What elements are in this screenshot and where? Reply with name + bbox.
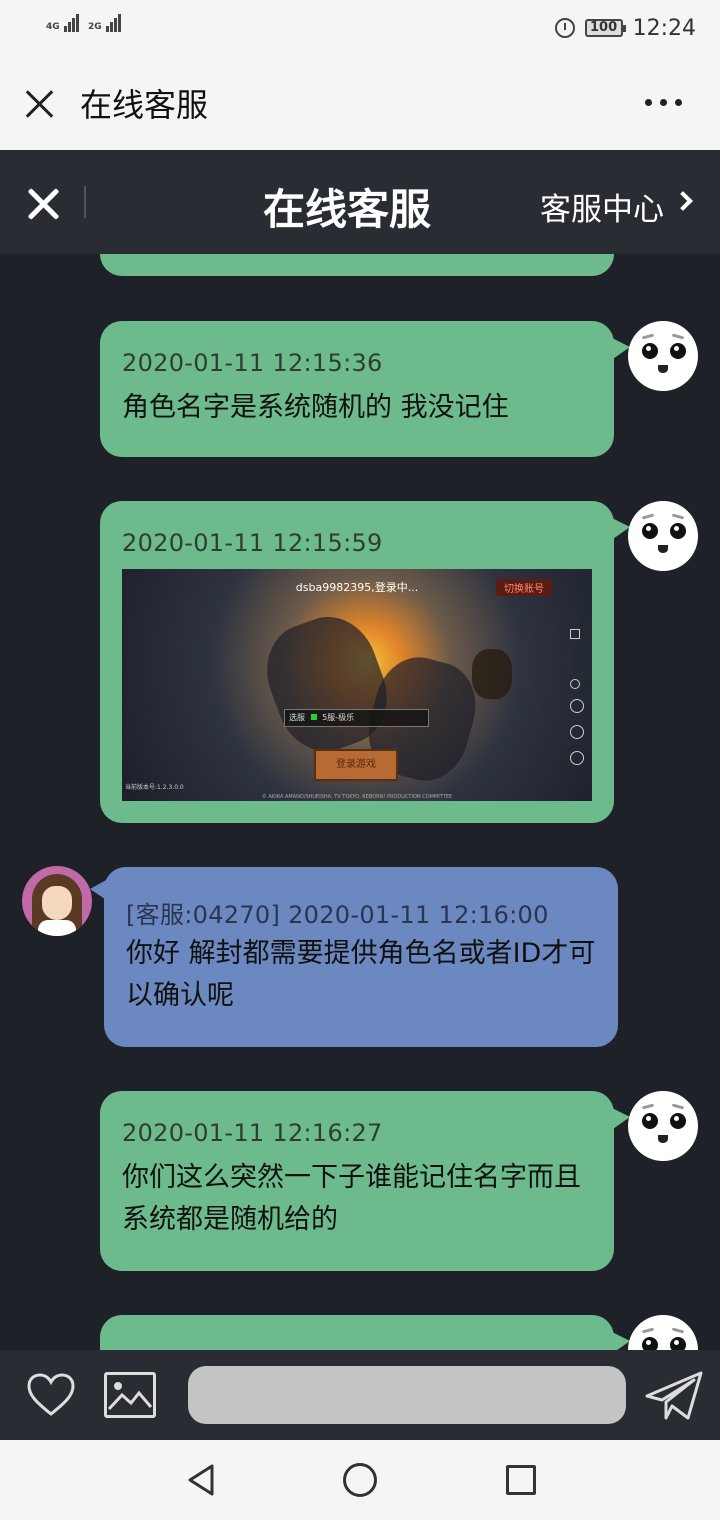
signal-2g-icon: 2G [88, 14, 122, 32]
message-timestamp: 2020-01-11 12:15:59 [122, 529, 383, 557]
server-status-dot [310, 714, 317, 720]
screenshot-server-label: 选服 [289, 713, 305, 722]
message-timestamp: [客服:04270] 2020-01-11 12:16:00 [126, 901, 549, 929]
message-text: 你们这么突然一下子谁能记住名字而且系统都是随机给的 [122, 1162, 581, 1235]
battery-icon: 100 [584, 19, 626, 37]
app-title: 在线客服 [80, 86, 209, 124]
message-timestamp: 2020-01-11 12:16:27 [122, 1119, 383, 1147]
send-icon[interactable] [644, 1370, 704, 1422]
game-screenshot-image[interactable]: dsba9982395,登录中... 切换账号 选服 5服-极乐 登录游戏 当前… [122, 569, 592, 801]
user-avatar [628, 501, 698, 571]
screenshot-figure-3 [472, 649, 512, 699]
message-timestamp: 2020-01-11 12:15:36 [122, 349, 383, 377]
network-type-2: 2G [88, 22, 102, 32]
screenshot-side-icons [570, 629, 584, 765]
screenshot-copyright: © AKIRA AMANO/SHUEISHA, TV TOKYO, REBORN… [261, 794, 453, 800]
chat-header: 在线客服 客服中心 [0, 150, 720, 254]
back-icon[interactable] [184, 1462, 220, 1498]
close-icon[interactable] [22, 86, 58, 122]
screenshot-enter-game: 登录游戏 [314, 749, 398, 781]
image-icon[interactable] [104, 1372, 156, 1418]
message-bubble-partial [100, 254, 614, 276]
network-type-1: 4G [46, 22, 60, 32]
screenshot-switch-account: 切换账号 [496, 579, 552, 596]
message-input[interactable] [188, 1366, 626, 1424]
home-icon[interactable] [343, 1463, 377, 1497]
screenshot-version: 当前版本号:1.2.3.0.0 [125, 784, 184, 791]
input-bar [0, 1350, 720, 1440]
clock: 12:24 [632, 15, 696, 41]
message-text: 角色名字是系统随机的 我没记住 [122, 392, 509, 423]
system-nav-bar [0, 1440, 720, 1520]
message-bubble-partial [100, 1315, 630, 1350]
service-center-link[interactable]: 客服中心 [540, 184, 664, 229]
heart-icon[interactable] [26, 1372, 76, 1418]
screenshot-server-select: 选服 5服-极乐 [284, 709, 429, 727]
chat-area[interactable]: 2020-01-11 12:15:36 角色名字是系统随机的 我没记住 2020… [0, 254, 720, 1350]
user-avatar [628, 1091, 698, 1161]
status-bar: 4G 2G 100 12:24 [0, 0, 720, 56]
more-icon[interactable] [645, 99, 682, 106]
message-bubble-agent: [客服:04270] 2020-01-11 12:16:00 你好 解封都需要提… [90, 867, 618, 1047]
agent-avatar [22, 866, 92, 936]
image-glyph-icon [107, 1382, 153, 1411]
user-avatar [628, 1315, 698, 1350]
message-bubble-user: 2020-01-11 12:16:27 你们这么突然一下子谁能记住名字而且系统都… [100, 1091, 630, 1271]
screenshot-server-name: 5服-极乐 [322, 713, 355, 722]
message-bubble-user-image: 2020-01-11 12:15:59 dsba9982395,登录中... 切… [100, 501, 630, 823]
user-avatar [628, 321, 698, 391]
app-bar: 在线客服 [0, 56, 720, 150]
message-text: 你好 解封都需要提供角色名或者ID才可以确认呢 [126, 938, 596, 1011]
signal-4g-icon: 4G [46, 14, 80, 32]
recent-apps-icon[interactable] [506, 1465, 536, 1495]
alarm-icon [554, 18, 575, 38]
message-bubble-user: 2020-01-11 12:15:36 角色名字是系统随机的 我没记住 [100, 321, 630, 457]
